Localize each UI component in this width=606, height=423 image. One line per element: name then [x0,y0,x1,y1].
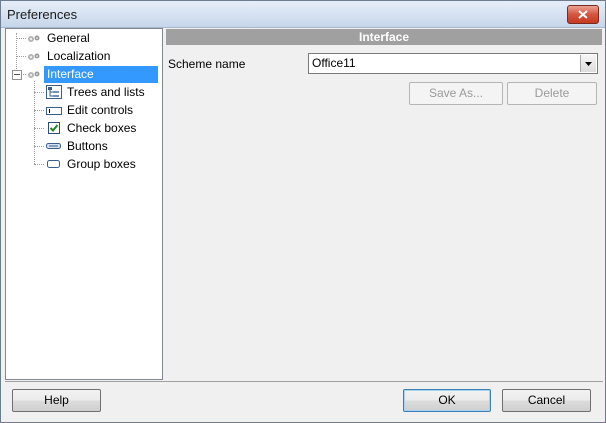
delete-button[interactable]: Delete [507,82,597,105]
tree-item-label: Trees and lists [67,85,145,99]
gear-icon [28,35,40,42]
window-title: Preferences [7,7,78,22]
edit-control-icon [46,107,62,115]
dropdown-button[interactable] [580,55,596,72]
preferences-tree[interactable]: General Localization Interface Trees and… [5,28,163,380]
help-button[interactable]: Help [12,389,101,412]
tree-item-label: Localization [47,49,111,63]
tree-icon [46,85,62,99]
interface-panel: Interface Scheme name Office11 Save As..… [165,28,603,378]
tree-item-label: Buttons [67,139,108,153]
ok-button[interactable]: OK [403,389,491,412]
footer-divider [5,381,603,382]
title-bar[interactable]: Preferences [1,1,605,28]
scheme-name-value: Office11 [312,56,356,70]
groupbox-icon [47,160,60,168]
cancel-button[interactable]: Cancel [502,389,591,412]
tree-item-label: Check boxes [67,121,137,135]
gear-icon [28,71,40,78]
button-icon [46,143,61,149]
tree-item-label: General [47,31,90,45]
interface-expander[interactable] [12,70,22,80]
gear-icon [28,53,40,60]
tree-item-label: Group boxes [67,157,136,171]
close-button[interactable] [567,5,599,24]
save-as-button[interactable]: Save As... [409,82,503,105]
scheme-name-label: Scheme name [168,57,246,71]
panel-header: Interface [166,29,602,45]
chevron-down-icon [585,61,592,66]
close-icon [578,10,588,19]
tree-item-label: Interface [44,66,158,83]
scheme-name-combobox[interactable]: Office11 [308,53,598,74]
checkbox-icon [48,122,60,134]
preferences-window: Preferences General Localization Interfa… [0,0,606,423]
tree-item-label: Edit controls [67,103,134,117]
